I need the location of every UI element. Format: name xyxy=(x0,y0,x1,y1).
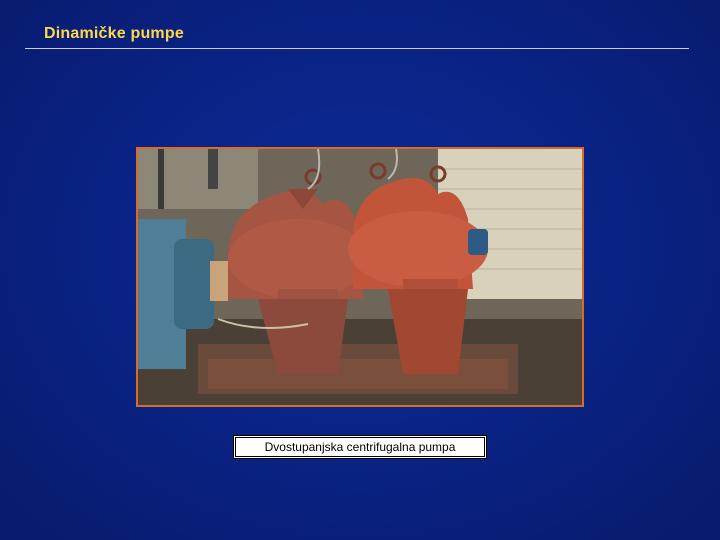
photo-caption: Dvostupanjska centrifugalna pumpa xyxy=(233,435,487,459)
pump-illustration xyxy=(138,149,582,405)
pump-photo xyxy=(136,147,584,407)
slide-title: Dinamičke pumpe xyxy=(44,25,184,42)
title-divider xyxy=(25,48,689,49)
caption-border xyxy=(235,437,485,457)
